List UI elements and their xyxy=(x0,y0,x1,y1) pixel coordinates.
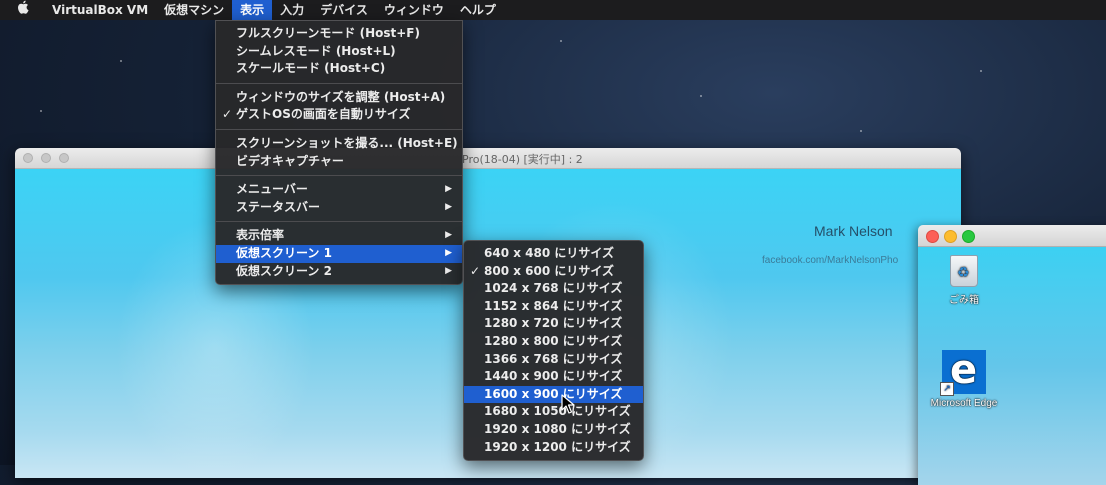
menu-separator xyxy=(216,175,462,177)
guest-window-2: ♻ ごみ箱 e ↗ Microsoft Edge xyxy=(918,225,1106,485)
submenu-arrow-icon: ▶ xyxy=(445,201,452,212)
close-button[interactable] xyxy=(23,153,33,163)
menu-item-label: ステータスバー xyxy=(236,199,321,214)
view-menu: フルスクリーンモード (Host+F) シームレスモード (Host+L) スケ… xyxy=(215,20,463,286)
vm-window-titlebar[interactable]: Pro(18-04) [実行中] : 2 xyxy=(15,148,961,169)
zoom-button[interactable] xyxy=(962,230,975,243)
menu-item-label: フルスクリーンモード (Host+F) xyxy=(236,26,420,40)
recycle-bin-icon: ♻ xyxy=(950,255,978,287)
menubar-item-help[interactable]: ヘルプ xyxy=(452,0,504,20)
menu-item-label: 1366 x 768 にリサイズ xyxy=(484,351,623,366)
menu-item-adjust-window[interactable]: ウィンドウのサイズを調整 (Host+A) xyxy=(216,89,462,107)
wallpaper-star xyxy=(860,130,862,132)
menu-separator xyxy=(216,128,462,130)
virtual-screen-submenu: 640 x 480 にリサイズ ✓ 800 x 600 にリサイズ 1024 x … xyxy=(463,240,644,462)
minimize-button[interactable] xyxy=(944,230,957,243)
menu-item-label: 1280 x 800 にリサイズ xyxy=(484,333,623,348)
apple-logo-icon xyxy=(18,0,29,14)
menu-item-label: 1920 x 1080 にリサイズ xyxy=(484,421,631,436)
submenu-arrow-icon: ▶ xyxy=(445,265,452,276)
menu-item-zoom[interactable]: 表示倍率 ▶ xyxy=(216,227,462,245)
menu-item-label: ウィンドウのサイズを調整 (Host+A) xyxy=(236,89,446,104)
desktop-icon-label: ごみ箱 xyxy=(949,295,979,306)
menu-item-resize[interactable]: 1280 x 800 にリサイズ xyxy=(464,333,643,351)
menu-item-label: メニューバー xyxy=(236,182,308,197)
menu-item-resize[interactable]: 1152 x 864 にリサイズ xyxy=(464,298,643,316)
menu-item-label: 1152 x 864 にリサイズ xyxy=(484,298,623,313)
menubar-item-devices[interactable]: デバイス xyxy=(312,0,376,20)
minimize-button[interactable] xyxy=(41,153,51,163)
menu-item-label: 仮想スクリーン 1 xyxy=(236,245,332,260)
menu-item-resize[interactable]: 1366 x 768 にリサイズ xyxy=(464,351,643,369)
wallpaper-star xyxy=(40,110,42,112)
wallpaper-star xyxy=(560,40,562,42)
vm-window-title: Pro(18-04) [実行中] : 2 xyxy=(462,153,583,166)
menu-item-fullscreen[interactable]: フルスクリーンモード (Host+F) xyxy=(216,25,462,43)
menu-item-resize[interactable]: 1920 x 1080 にリサイズ xyxy=(464,421,643,439)
checkmark-icon: ✓ xyxy=(222,107,233,122)
guest-window-2-titlebar[interactable] xyxy=(918,225,1106,247)
apple-icon[interactable] xyxy=(0,0,46,20)
menu-item-label: 1440 x 900 にリサイズ xyxy=(484,369,623,384)
menu-item-label: ビデオキャプチャー xyxy=(236,153,344,168)
wallpaper-star xyxy=(120,60,122,62)
menubar-app-name[interactable]: VirtualBox VM xyxy=(46,0,156,20)
wallpaper-star xyxy=(700,95,702,97)
menu-item-resize[interactable]: 1280 x 720 にリサイズ xyxy=(464,315,643,333)
mac-menubar: VirtualBox VM 仮想マシン 表示 入力 デバイス ウィンドウ ヘルプ xyxy=(0,0,1106,20)
menu-item-screenshot[interactable]: スクリーンショットを撮る... (Host+E) xyxy=(216,135,462,153)
menu-item-virtual-screen-2[interactable]: 仮想スクリーン 2 ▶ xyxy=(216,263,462,281)
menu-item-label: 1024 x 768 にリサイズ xyxy=(484,281,623,296)
menu-item-label: スクリーンショットを撮る... (Host+E) xyxy=(236,135,458,150)
menubar-item-input[interactable]: 入力 xyxy=(272,0,312,20)
menu-item-resize[interactable]: 1680 x 1050 にリサイズ xyxy=(464,403,643,421)
mouse-cursor-icon xyxy=(561,394,575,414)
menu-item-virtual-screen-1[interactable]: 仮想スクリーン 1 ▶ xyxy=(216,244,462,263)
checkmark-icon: ✓ xyxy=(470,263,481,278)
menu-separator xyxy=(216,221,462,223)
desktop-icon-label: Microsoft Edge xyxy=(930,398,998,409)
menubar-item-view[interactable]: 表示 xyxy=(232,0,273,20)
menu-item-resize[interactable]: ✓ 800 x 600 にリサイズ xyxy=(464,263,643,281)
submenu-arrow-icon: ▶ xyxy=(445,184,452,195)
menu-item-statusbar[interactable]: ステータスバー ▶ xyxy=(216,199,462,217)
menu-item-label: スケールモード (Host+C) xyxy=(236,61,386,76)
shortcut-arrow-icon: ↗ xyxy=(940,382,954,396)
wallpaper-credit-name: Mark Nelson xyxy=(814,223,893,239)
close-button[interactable] xyxy=(926,230,939,243)
menu-item-label: シームレスモード (Host+L) xyxy=(236,43,396,58)
menu-separator xyxy=(216,82,462,84)
menu-item-video-capture[interactable]: ビデオキャプチャー xyxy=(216,153,462,171)
menubar-item-machine[interactable]: 仮想マシン xyxy=(156,0,232,20)
menu-item-label: 表示倍率 xyxy=(236,228,285,243)
menu-item-label: 1600 x 900 にリサイズ xyxy=(484,386,623,401)
menu-item-label: 1680 x 1050 にリサイズ xyxy=(484,404,631,419)
submenu-arrow-icon: ▶ xyxy=(445,230,452,241)
menu-item-resize[interactable]: 640 x 480 にリサイズ xyxy=(464,245,643,263)
menu-item-label: 仮想スクリーン 2 xyxy=(236,263,332,278)
menu-item-resize[interactable]: 1600 x 900 にリサイズ xyxy=(464,385,643,404)
guest-screen-2[interactable]: ♻ ごみ箱 e ↗ Microsoft Edge xyxy=(918,247,1106,485)
menu-item-resize[interactable]: 1024 x 768 にリサイズ xyxy=(464,280,643,298)
menu-item-label: 800 x 600 にリサイズ xyxy=(484,263,615,278)
desktop-icon-recycle-bin[interactable]: ♻ ごみ箱 xyxy=(929,255,999,306)
desktop-icon-edge[interactable]: e ↗ Microsoft Edge xyxy=(929,347,999,409)
menu-item-label: ゲストOSの画面を自動リサイズ xyxy=(236,107,411,122)
wallpaper-star xyxy=(980,70,982,72)
wallpaper-credit-url: facebook.com/MarkNelsonPho xyxy=(762,255,899,266)
zoom-button[interactable] xyxy=(59,153,69,163)
menu-item-label: 640 x 480 にリサイズ xyxy=(484,246,615,260)
menu-item-label: 1920 x 1200 にリサイズ xyxy=(484,439,631,454)
menu-item-menubar[interactable]: メニューバー ▶ xyxy=(216,181,462,199)
menu-item-scale[interactable]: スケールモード (Host+C) xyxy=(216,60,462,78)
submenu-arrow-icon: ▶ xyxy=(445,247,452,258)
menubar-item-window[interactable]: ウィンドウ xyxy=(376,0,452,20)
menu-item-auto-resize[interactable]: ✓ ゲストOSの画面を自動リサイズ xyxy=(216,106,462,124)
menu-item-seamless[interactable]: シームレスモード (Host+L) xyxy=(216,43,462,61)
menu-item-resize[interactable]: 1920 x 1200 にリサイズ xyxy=(464,439,643,457)
menu-item-resize[interactable]: 1440 x 900 にリサイズ xyxy=(464,368,643,386)
edge-icon: e ↗ xyxy=(940,347,986,396)
menu-item-label: 1280 x 720 にリサイズ xyxy=(484,316,623,331)
